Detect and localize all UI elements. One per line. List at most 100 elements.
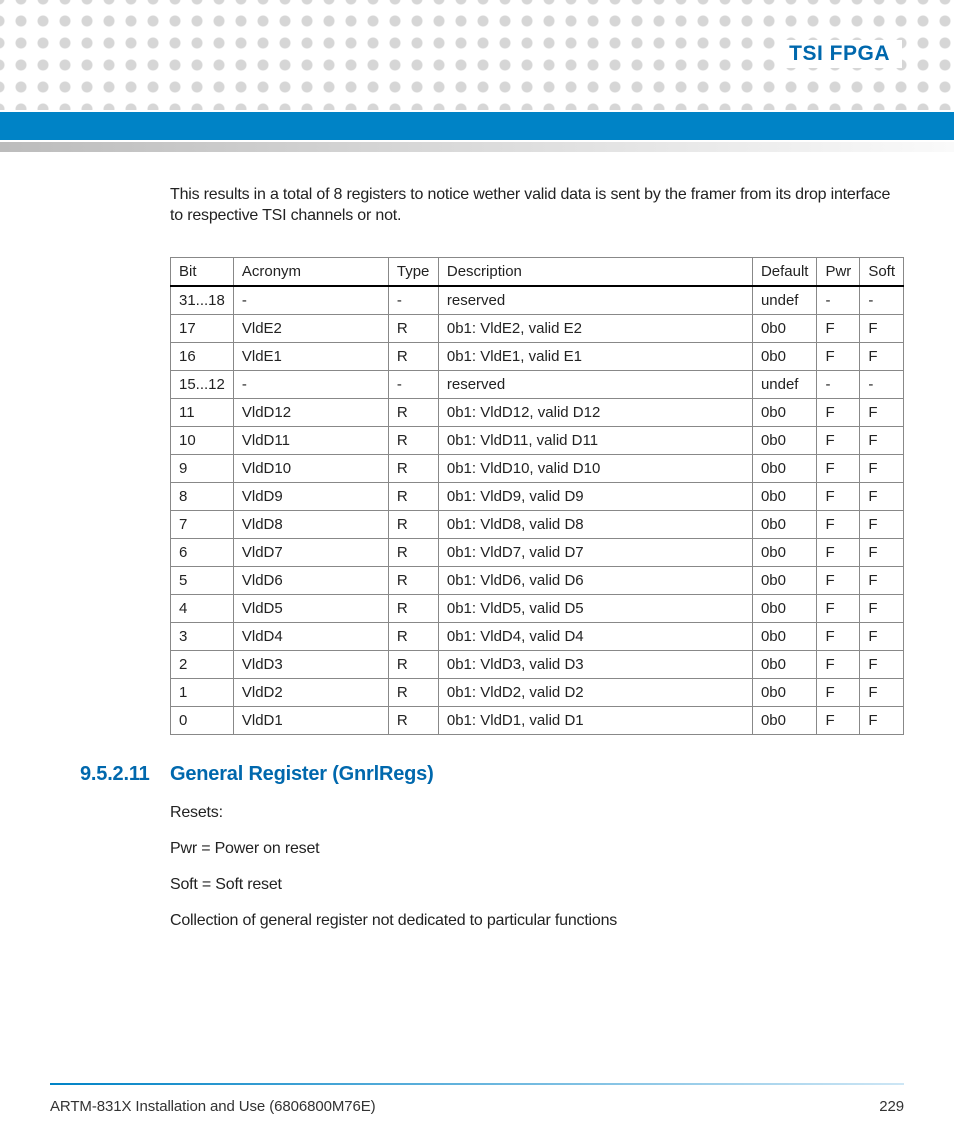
intro-paragraph: This results in a total of 8 registers t… [170, 185, 904, 227]
cell-soft: F [860, 398, 904, 426]
cell-soft: F [860, 510, 904, 538]
cell-description: 0b1: VldE1, valid E1 [438, 342, 752, 370]
cell-description: 0b1: VldD6, valid D6 [438, 566, 752, 594]
section-paragraph: Collection of general register not dedic… [170, 912, 904, 930]
th-default: Default [752, 257, 817, 286]
th-acronym: Acronym [233, 257, 388, 286]
cell-default: 0b0 [752, 594, 817, 622]
cell-description: reserved [438, 286, 752, 315]
th-description: Description [438, 257, 752, 286]
table-row: 3VldD4R0b1: VldD4, valid D40b0FF [171, 622, 904, 650]
table-row: 16VldE1R0b1: VldE1, valid E10b0FF [171, 342, 904, 370]
cell-acronym: VldE2 [233, 314, 388, 342]
cell-default: 0b0 [752, 650, 817, 678]
cell-soft: F [860, 594, 904, 622]
register-table: Bit Acronym Type Description Default Pwr… [170, 257, 904, 735]
cell-description: 0b1: VldD2, valid D2 [438, 678, 752, 706]
cell-bit: 7 [171, 510, 234, 538]
cell-bit: 2 [171, 650, 234, 678]
cell-acronym: VldE1 [233, 342, 388, 370]
cell-soft: F [860, 566, 904, 594]
cell-bit: 4 [171, 594, 234, 622]
cell-soft: F [860, 650, 904, 678]
cell-pwr: F [817, 706, 860, 734]
cell-bit: 17 [171, 314, 234, 342]
cell-bit: 8 [171, 482, 234, 510]
cell-pwr: F [817, 650, 860, 678]
cell-type: R [388, 538, 438, 566]
cell-default: undef [752, 286, 817, 315]
cell-type: R [388, 678, 438, 706]
cell-description: 0b1: VldD5, valid D5 [438, 594, 752, 622]
cell-default: 0b0 [752, 622, 817, 650]
header-blue-bar [0, 112, 954, 140]
cell-bit: 6 [171, 538, 234, 566]
cell-description: 0b1: VldD3, valid D3 [438, 650, 752, 678]
cell-type: R [388, 314, 438, 342]
cell-bit: 16 [171, 342, 234, 370]
section-body: Resets: Pwr = Power on reset Soft = Soft… [170, 804, 904, 930]
cell-pwr: F [817, 678, 860, 706]
table-row: 17VldE2R0b1: VldE2, valid E20b0FF [171, 314, 904, 342]
cell-acronym: VldD8 [233, 510, 388, 538]
cell-description: 0b1: VldD9, valid D9 [438, 482, 752, 510]
cell-soft: F [860, 454, 904, 482]
cell-default: 0b0 [752, 678, 817, 706]
cell-acronym: VldD5 [233, 594, 388, 622]
th-soft: Soft [860, 257, 904, 286]
cell-soft: F [860, 622, 904, 650]
cell-bit: 11 [171, 398, 234, 426]
cell-description: 0b1: VldD8, valid D8 [438, 510, 752, 538]
cell-type: R [388, 342, 438, 370]
table-row: 31...18--reservedundef-- [171, 286, 904, 315]
cell-acronym: VldD6 [233, 566, 388, 594]
cell-pwr: F [817, 426, 860, 454]
cell-description: 0b1: VldD12, valid D12 [438, 398, 752, 426]
th-type: Type [388, 257, 438, 286]
cell-pwr: F [817, 594, 860, 622]
cell-soft: - [860, 286, 904, 315]
cell-acronym: - [233, 286, 388, 315]
cell-acronym: VldD9 [233, 482, 388, 510]
cell-description: 0b1: VldD11, valid D11 [438, 426, 752, 454]
cell-soft: F [860, 342, 904, 370]
cell-bit: 15...12 [171, 370, 234, 398]
table-row: 15...12--reservedundef-- [171, 370, 904, 398]
table-row: 0VldD1R0b1: VldD1, valid D10b0FF [171, 706, 904, 734]
page-header-title: TSI FPGA [777, 40, 902, 68]
cell-pwr: F [817, 482, 860, 510]
table-row: 6VldD7R0b1: VldD7, valid D70b0FF [171, 538, 904, 566]
cell-bit: 0 [171, 706, 234, 734]
table-row: 8VldD9R0b1: VldD9, valid D90b0FF [171, 482, 904, 510]
cell-type: R [388, 398, 438, 426]
page-content: This results in a total of 8 registers t… [170, 185, 904, 930]
section-title: General Register (GnrlRegs) [170, 763, 434, 785]
section-paragraph: Pwr = Power on reset [170, 840, 904, 858]
footer-page-number: 229 [879, 1098, 904, 1115]
cell-acronym: VldD10 [233, 454, 388, 482]
cell-acronym: VldD1 [233, 706, 388, 734]
cell-bit: 3 [171, 622, 234, 650]
section-paragraph: Resets: [170, 804, 904, 822]
cell-soft: F [860, 314, 904, 342]
cell-pwr: - [817, 370, 860, 398]
cell-acronym: VldD2 [233, 678, 388, 706]
cell-pwr: F [817, 538, 860, 566]
cell-type: - [388, 286, 438, 315]
cell-description: reserved [438, 370, 752, 398]
cell-soft: - [860, 370, 904, 398]
cell-pwr: F [817, 622, 860, 650]
cell-pwr: F [817, 398, 860, 426]
cell-default: 0b0 [752, 398, 817, 426]
table-row: 11VldD12R0b1: VldD12, valid D120b0FF [171, 398, 904, 426]
cell-acronym: VldD12 [233, 398, 388, 426]
cell-acronym: VldD7 [233, 538, 388, 566]
cell-pwr: F [817, 314, 860, 342]
cell-type: - [388, 370, 438, 398]
header-gradient-bar [0, 142, 954, 152]
cell-type: R [388, 622, 438, 650]
cell-default: undef [752, 370, 817, 398]
cell-bit: 31...18 [171, 286, 234, 315]
cell-description: 0b1: VldD1, valid D1 [438, 706, 752, 734]
cell-default: 0b0 [752, 538, 817, 566]
